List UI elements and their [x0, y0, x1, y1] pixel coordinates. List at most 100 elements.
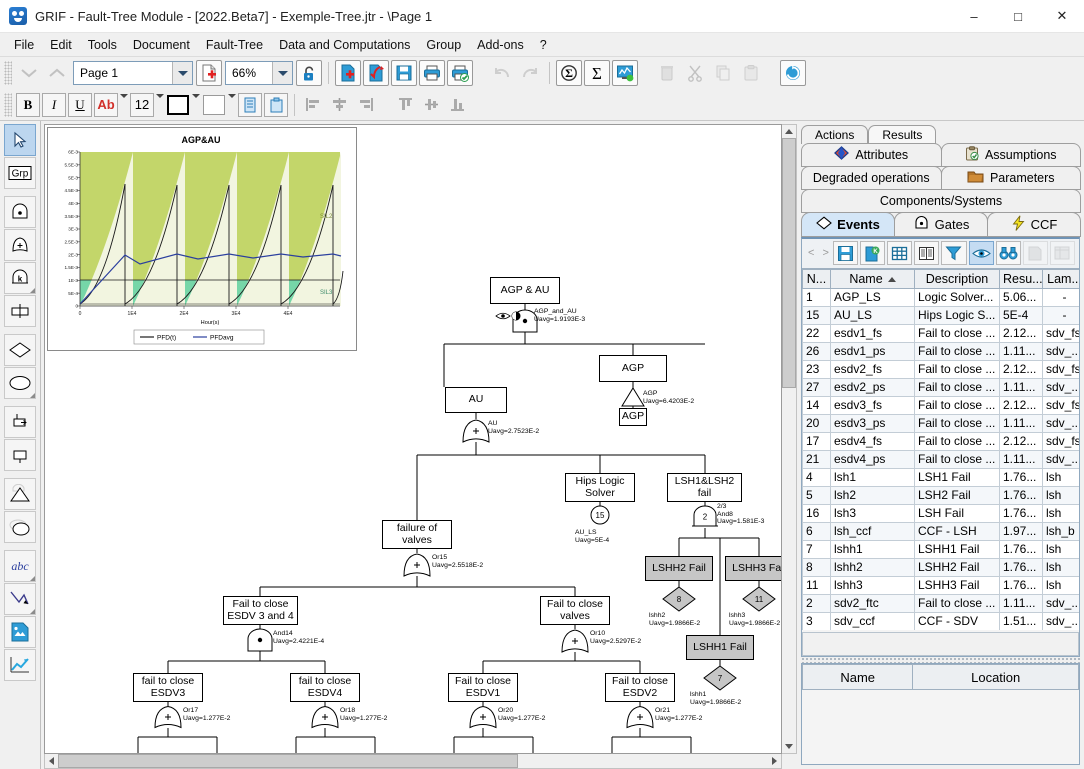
underline-button[interactable]: U: [68, 92, 92, 117]
delete-button[interactable]: [654, 60, 680, 86]
tab-results[interactable]: Results: [868, 124, 937, 144]
menu-item-data-and-computations[interactable]: Data and Computations: [271, 35, 418, 55]
prev-arrow[interactable]: <: [804, 241, 818, 265]
table-row[interactable]: 22 esdv1_fs Fail to close ... 2.12... sdv_fs: [802, 323, 1079, 343]
image-tool[interactable]: [4, 616, 36, 648]
table-row[interactable]: 17 esdv4_fs Fail to close ... 2.12... sdv_fs: [802, 431, 1079, 451]
output-tool[interactable]: [4, 439, 36, 471]
font-size-button[interactable]: 12: [130, 92, 154, 117]
list-icon[interactable]: [914, 241, 940, 266]
col-location-value[interactable]: Location: [912, 664, 1079, 690]
print-preview-button[interactable]: [447, 60, 473, 86]
tree-node-failvalves[interactable]: failure of valves: [382, 520, 452, 549]
table-row[interactable]: 5 lsh2 LSH2 Fail 1.76... lsh: [802, 485, 1079, 505]
table-row[interactable]: 6 lsh_ccf CCF - LSH 1.97... lsh_b: [802, 521, 1079, 541]
copy-button[interactable]: [710, 60, 736, 86]
align-top-button[interactable]: [393, 93, 417, 117]
table-row[interactable]: 3 sdv_ccf CCF - SDV 1.51... sdv_...: [802, 611, 1079, 630]
tree-node-au[interactable]: AU: [445, 387, 507, 413]
next-arrow[interactable]: >: [818, 241, 832, 265]
band-parameters[interactable]: Parameters: [940, 165, 1081, 190]
group-tool[interactable]: Grp: [4, 157, 36, 189]
tree-node-esdv4[interactable]: fail to close ESDV4: [290, 673, 360, 702]
hscroll-thumb[interactable]: [58, 754, 518, 768]
bold-button[interactable]: B: [16, 92, 40, 117]
font-size-dropdown-icon[interactable]: [155, 91, 165, 118]
menu-item-group[interactable]: Group: [418, 35, 469, 55]
scroll-left-arrow[interactable]: [45, 754, 58, 767]
tree-node-fc34[interactable]: Fail to close ESDV 3 and 4: [223, 596, 298, 625]
menu-item-fault-tree[interactable]: Fault-Tree: [198, 35, 271, 55]
and-gate-tool[interactable]: [4, 196, 36, 228]
menu-item-help[interactable]: ?: [532, 35, 555, 55]
align-left-button[interactable]: [301, 93, 325, 117]
fill-color-button[interactable]: [202, 93, 226, 117]
table-row[interactable]: 14 esdv3_fs Fail to close ... 2.12... sdv_fs: [802, 395, 1079, 415]
export-icon[interactable]: [1022, 241, 1048, 266]
tree-node-lsh12[interactable]: LSH1&LSH2 fail: [667, 473, 742, 502]
table-row[interactable]: 26 esdv1_ps Fail to close ... 1.11... sdv_..…: [802, 341, 1079, 361]
col-result[interactable]: Resu...: [999, 268, 1043, 289]
chevron-down-icon[interactable]: [172, 62, 192, 84]
transfer-tool[interactable]: [4, 295, 36, 327]
copy-format-button[interactable]: [238, 92, 262, 117]
scroll-up-arrow[interactable]: [782, 125, 795, 138]
binoculars-icon[interactable]: [995, 241, 1021, 266]
align-right-button[interactable]: [353, 93, 377, 117]
table-row[interactable]: 7 lshh1 LSHH1 Fail 1.76... lsh: [802, 539, 1079, 559]
load-icon[interactable]: K: [860, 241, 886, 266]
band-components-systems[interactable]: Components/Systems: [801, 188, 1081, 213]
canvas-horizontal-scrollbar[interactable]: [44, 754, 782, 769]
line-color-button[interactable]: [166, 93, 190, 117]
grid-icon[interactable]: [1049, 241, 1076, 266]
band-degraded-operations[interactable]: Degraded operations: [801, 165, 942, 190]
col-lambda[interactable]: Lam...: [1042, 268, 1079, 289]
page-down-button[interactable]: [16, 60, 42, 86]
table-row[interactable]: 1 AGP_LS Logic Solver... 5.06... -: [802, 287, 1079, 307]
format-toolbar-grip[interactable]: [4, 92, 12, 117]
scroll-right-arrow[interactable]: [768, 754, 781, 767]
print-button[interactable]: [419, 60, 445, 86]
redo-button[interactable]: [517, 60, 543, 86]
menu-item-file[interactable]: File: [6, 35, 42, 55]
menu-item-tools[interactable]: Tools: [80, 35, 125, 55]
tree-node-lshh1[interactable]: LSHH1 Fail: [686, 635, 754, 660]
triangle-tool[interactable]: [4, 478, 36, 510]
table-row[interactable]: 15 AU_LS Hips Logic S... 5E-4-: [802, 305, 1079, 325]
align-bottom-button[interactable]: [445, 93, 469, 117]
vscroll-thumb[interactable]: [782, 138, 796, 388]
save-icon[interactable]: [832, 241, 859, 266]
input-tool[interactable]: [4, 406, 36, 438]
minimize-button[interactable]: –: [952, 0, 996, 32]
tree-node-hips[interactable]: Hips Logic Solver: [565, 473, 635, 502]
table-row[interactable]: 16 lsh3 LSH Fail 1.76... lsh: [802, 503, 1079, 523]
table-row[interactable]: 20 esdv3_ps Fail to close ... 1.11... sdv_..…: [802, 413, 1079, 433]
maximize-button[interactable]: □: [996, 0, 1040, 32]
vscroll-track[interactable]: [782, 138, 796, 740]
tree-node-esdv1[interactable]: Fail to close ESDV1: [448, 673, 518, 702]
page-selector[interactable]: Page 1: [73, 61, 193, 85]
zoom-selector[interactable]: 66%: [225, 61, 293, 85]
tab-events[interactable]: Events: [801, 211, 895, 237]
fill-color-dropdown-icon[interactable]: [227, 91, 237, 118]
sum-button[interactable]: Σ: [584, 60, 610, 86]
paste-button[interactable]: [738, 60, 764, 86]
add-page-button[interactable]: [196, 60, 222, 86]
italic-button[interactable]: I: [42, 92, 66, 117]
new-document-button[interactable]: [335, 60, 361, 86]
hscroll-track[interactable]: [58, 754, 768, 768]
tree-node-agp_au[interactable]: AGP & AU: [490, 277, 560, 304]
select-tool[interactable]: [4, 124, 36, 156]
cut-button[interactable]: [682, 60, 708, 86]
table-icon[interactable]: [887, 241, 913, 266]
chart-tool[interactable]: [4, 649, 36, 681]
tab-ccf[interactable]: CCF: [987, 211, 1081, 237]
line-color-dropdown-icon[interactable]: [191, 91, 201, 118]
tree-node-agp[interactable]: AGP: [599, 355, 667, 382]
band-assumptions[interactable]: Assumptions: [940, 142, 1081, 167]
page-up-button[interactable]: [44, 60, 70, 86]
event-diamond-tool[interactable]: [4, 334, 36, 366]
table-row[interactable]: 2 sdv2_ftc Fail to close ... 1.11... sdv_...: [802, 593, 1079, 613]
refresh-button[interactable]: [780, 60, 806, 86]
eye-icon[interactable]: [968, 241, 994, 266]
